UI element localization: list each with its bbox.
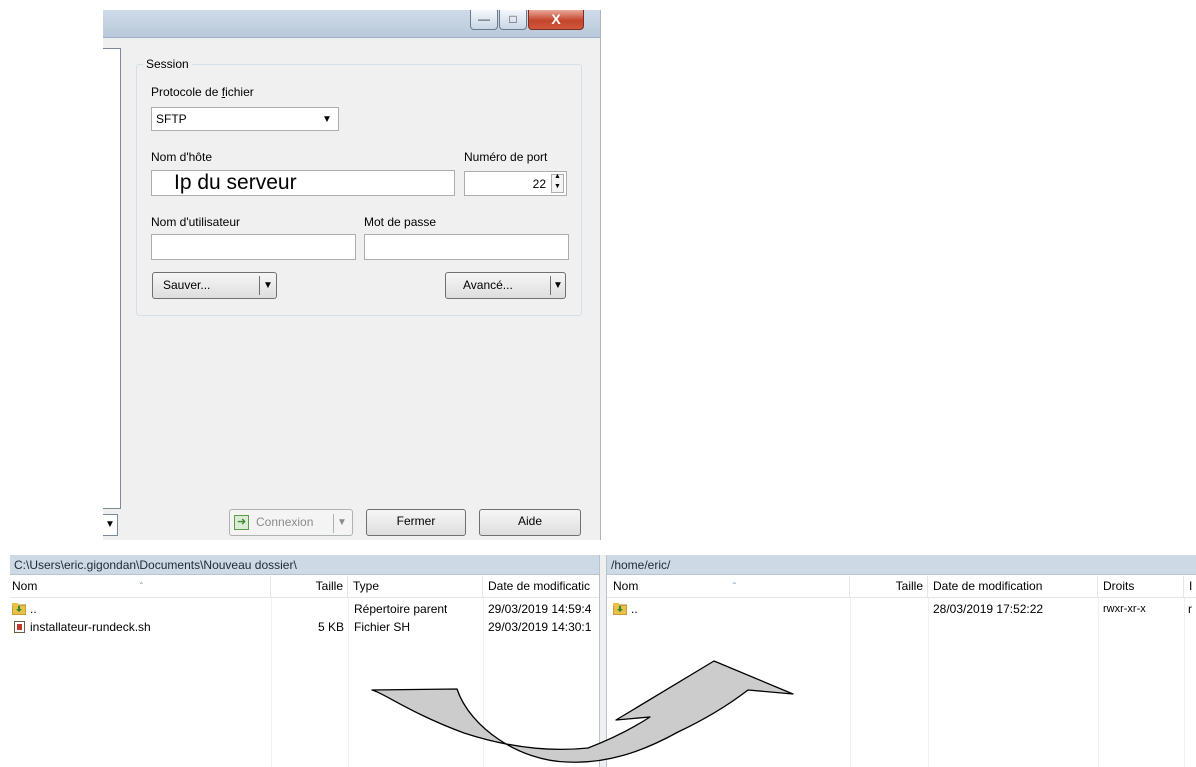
transfer-arrow-annotation — [371, 660, 794, 763]
transfer-arrow-body — [371, 660, 794, 763]
